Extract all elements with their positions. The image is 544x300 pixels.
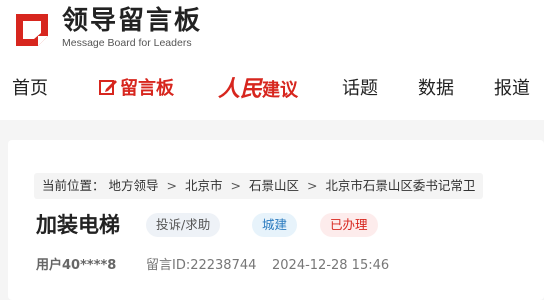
main-nav: 首页 留言板 人民建议 话题 数据 报道	[0, 72, 544, 106]
message-title: 加装电梯	[36, 213, 120, 237]
renmin-logo-text: 人民	[218, 76, 263, 102]
message-id: 留言ID:22238744	[146, 258, 257, 273]
nav-item-message-board[interactable]: 留言板	[98, 72, 174, 106]
nav-item-label: 首页	[12, 78, 48, 99]
edit-icon	[99, 80, 117, 95]
nav-item-label: 话题	[342, 78, 378, 99]
status-badge: 已办理	[320, 213, 378, 237]
site-subtitle: Message Board for Leaders	[62, 37, 192, 49]
site-header: 领导留言板 Message Board for Leaders 首页 留言板 人…	[0, 0, 544, 120]
site-title[interactable]: 领导留言板	[62, 6, 202, 36]
logo-icon[interactable]	[12, 10, 52, 48]
message-datetime: 2024-12-28 15:46	[272, 258, 390, 273]
breadcrumb-link-shijingshan[interactable]: 石景山区	[249, 178, 299, 193]
nav-item-topics[interactable]: 话题	[342, 72, 378, 106]
breadcrumb-separator: >	[166, 178, 177, 193]
tag-complaint-help[interactable]: 投诉/求助	[146, 213, 221, 237]
message-user: 用户40****8	[36, 258, 117, 273]
nav-item-label: 建议	[262, 80, 299, 101]
nav-item-label: 留言板	[120, 78, 174, 99]
breadcrumb-link-beijing[interactable]: 北京市	[185, 178, 223, 193]
nav-item-people-suggestion[interactable]: 人民建议	[218, 72, 298, 106]
nav-item-label: 数据	[418, 78, 454, 99]
breadcrumb-separator: >	[306, 178, 318, 193]
nav-item-reports[interactable]: 报道	[494, 72, 530, 106]
breadcrumb-link-local-leaders[interactable]: 地方领导	[109, 178, 159, 193]
nav-item-label: 报道	[494, 78, 530, 99]
breadcrumb-prefix: 当前位置：	[42, 178, 105, 193]
nav-item-home[interactable]: 首页	[12, 72, 48, 106]
breadcrumb-link-leader[interactable]: 北京市石景山区委书记常卫	[325, 178, 475, 193]
tag-urban-construction[interactable]: 城建	[252, 213, 298, 237]
breadcrumb: 当前位置： 地方领导 > 北京市 > 石景山区 > 北京市石景山区委书记常卫	[34, 173, 484, 199]
breadcrumb-separator: >	[230, 178, 241, 193]
nav-item-data[interactable]: 数据	[418, 72, 454, 106]
